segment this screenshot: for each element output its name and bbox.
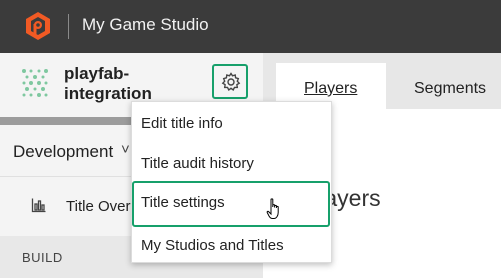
playfab-logo-icon[interactable]: [24, 11, 52, 41]
title-name-line1: playfab-: [64, 64, 130, 83]
build-section-label: BUILD: [22, 250, 63, 265]
title-settings-button[interactable]: [212, 64, 248, 99]
title-dots-icon: [22, 69, 48, 97]
menu-item-label: Edit title info: [141, 115, 223, 132]
tab-segments[interactable]: Segments: [397, 63, 501, 109]
tab-segments-label: Segments: [414, 80, 487, 97]
topbar-divider: [68, 14, 69, 39]
menu-item-title-settings[interactable]: Title settings: [132, 181, 331, 227]
menu-item-label: Title settings: [141, 194, 225, 211]
menu-item-title-audit-history[interactable]: Title audit history: [132, 144, 331, 183]
sidebar-item-label: Title Over: [66, 198, 131, 215]
hand-cursor-icon: [266, 198, 279, 219]
menu-item-label: Title audit history: [141, 155, 254, 172]
title-settings-menu: Edit title info Title audit history Titl…: [131, 101, 332, 263]
studio-name[interactable]: My Game Studio: [82, 15, 209, 35]
top-bar: My Game Studio: [0, 0, 501, 53]
menu-item-edit-title-info[interactable]: Edit title info: [132, 104, 331, 143]
tab-players-label: Players: [304, 80, 358, 97]
menu-item-my-studios-and-titles[interactable]: My Studios and Titles: [132, 226, 331, 265]
environment-label[interactable]: Development: [13, 142, 113, 162]
chevron-down-icon[interactable]: ˅: [121, 141, 130, 158]
title-name: playfab- integration: [64, 64, 204, 104]
menu-item-label: My Studios and Titles: [141, 237, 284, 254]
bar-chart-icon: [31, 198, 46, 213]
gear-icon: [221, 72, 241, 91]
